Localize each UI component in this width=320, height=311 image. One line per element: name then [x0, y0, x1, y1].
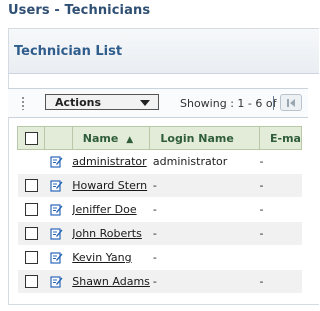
- paging-info: Showing : 1 - 6 of 6: [180, 97, 287, 110]
- actions-dropdown[interactable]: Actions: [45, 94, 159, 110]
- edit-icon[interactable]: [50, 155, 63, 168]
- panel-header: Technician List: [9, 29, 319, 74]
- table-row: Howard Stern - -: [17, 173, 302, 198]
- table-row: Kevin Yang -: [17, 245, 302, 270]
- login-name-cell: -: [149, 245, 260, 270]
- email-cell: [259, 245, 302, 270]
- technician-name-link[interactable]: Howard Stern: [72, 179, 147, 192]
- row-checkbox-cell: [17, 269, 45, 294]
- edit-icon[interactable]: [50, 275, 63, 288]
- first-page-arrow: [290, 99, 295, 107]
- edit-icon[interactable]: [50, 179, 63, 192]
- first-page-icon: [287, 99, 289, 107]
- email-cell: -: [259, 197, 302, 222]
- list-toolbar: Actions Showing : 1 - 6 of 6: [8, 88, 308, 118]
- technician-name-link[interactable]: administrator: [72, 155, 146, 168]
- name-header-label: Name: [82, 131, 119, 145]
- row-checkbox-cell: [17, 245, 45, 270]
- chevron-down-icon: [140, 100, 150, 106]
- name-cell: John Roberts: [72, 221, 150, 246]
- name-column-header[interactable]: Name ▲: [71, 126, 151, 150]
- select-all-header: [17, 126, 45, 150]
- technician-name-link[interactable]: Jeniffer Doe: [72, 203, 136, 216]
- name-cell: Jeniffer Doe: [72, 197, 150, 222]
- row-checkbox-cell: [17, 221, 45, 246]
- row-checkbox[interactable]: [24, 179, 38, 193]
- edit-cell: [44, 221, 73, 246]
- technician-name-link[interactable]: Kevin Yang: [72, 251, 131, 264]
- table-row: Jeniffer Doe - -: [17, 197, 302, 222]
- table-row: Shawn Adams - -: [17, 269, 302, 294]
- edit-column-header: [43, 126, 73, 150]
- row-checkbox-cell: [17, 197, 45, 222]
- edit-cell: [44, 149, 73, 174]
- email-column-header[interactable]: E-ma: [259, 126, 302, 150]
- email-header-label: E-ma: [270, 131, 301, 145]
- login-header-label: Login Name: [160, 131, 234, 145]
- row-checkbox[interactable]: [24, 227, 38, 241]
- toolbar-divider: [273, 96, 274, 110]
- login-column-header[interactable]: Login Name: [149, 126, 260, 150]
- login-name-cell: -: [149, 197, 260, 222]
- technician-name-link[interactable]: John Roberts: [72, 227, 142, 240]
- email-cell: -: [259, 173, 302, 198]
- technician-name-link[interactable]: Shawn Adams: [72, 275, 150, 288]
- row-checkbox-cell: [17, 149, 45, 174]
- technician-table: Name ▲ Login Name E-ma administrator admin…: [17, 126, 302, 294]
- edit-icon[interactable]: [50, 227, 63, 240]
- login-name-cell: -: [149, 221, 260, 246]
- email-cell: -: [259, 269, 302, 294]
- edit-cell: [44, 245, 73, 270]
- drag-handle-icon[interactable]: [21, 96, 25, 110]
- email-cell: -: [259, 149, 302, 174]
- login-name-cell: -: [149, 173, 260, 198]
- row-checkbox[interactable]: [24, 203, 38, 217]
- actions-dropdown-label: Actions: [55, 96, 101, 109]
- panel-title: Technician List: [14, 44, 123, 59]
- edit-cell: [44, 197, 73, 222]
- login-name-cell: administrator: [149, 149, 260, 174]
- row-checkbox[interactable]: [24, 275, 38, 289]
- table-row: John Roberts - -: [17, 221, 302, 246]
- name-cell: Howard Stern: [72, 173, 150, 198]
- edit-icon[interactable]: [50, 251, 63, 264]
- edit-cell: [44, 173, 73, 198]
- table-header-row: Name ▲ Login Name E-ma: [17, 126, 302, 150]
- row-checkbox-cell: [17, 173, 45, 198]
- sort-ascending-icon[interactable]: ▲: [126, 135, 133, 145]
- email-cell: -: [259, 221, 302, 246]
- row-checkbox[interactable]: [24, 251, 38, 265]
- select-all-checkbox[interactable]: [25, 131, 38, 145]
- table-row: administrator administrator -: [17, 149, 302, 174]
- breadcrumb: Users - Technicians: [8, 3, 151, 18]
- name-cell: administrator: [72, 149, 150, 174]
- edit-icon[interactable]: [50, 203, 63, 216]
- edit-cell: [44, 269, 73, 294]
- name-cell: Shawn Adams: [72, 269, 150, 294]
- login-name-cell: -: [149, 269, 260, 294]
- name-cell: Kevin Yang: [72, 245, 150, 270]
- first-page-button[interactable]: [280, 94, 302, 111]
